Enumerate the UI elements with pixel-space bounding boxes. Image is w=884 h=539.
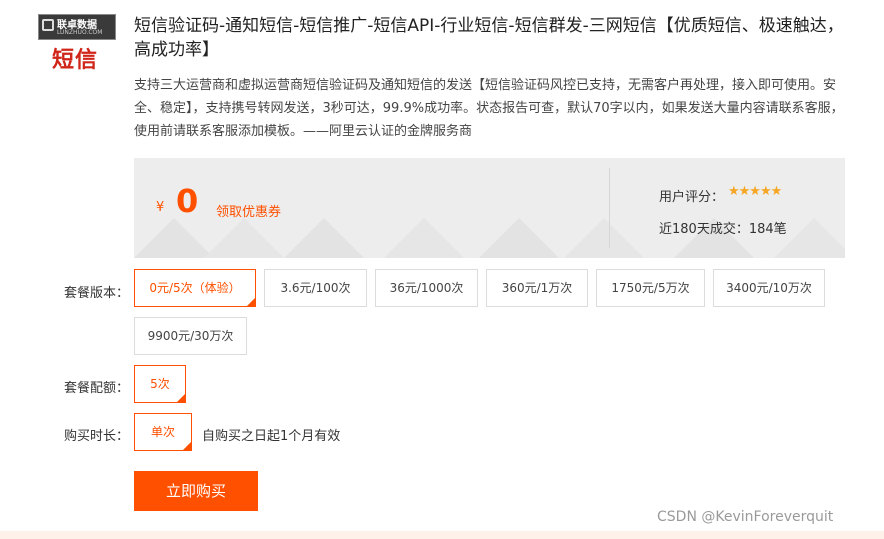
currency-symbol: ¥ [156,200,165,215]
version-option-300k[interactable]: 9900元/30万次 [134,317,247,355]
buy-now-button[interactable]: 立即购买 [134,471,258,511]
version-option-trial[interactable]: 0元/5次（体验） [134,269,256,307]
version-option-50k[interactable]: 1750元/5万次 [596,269,705,307]
get-coupon-link[interactable]: 领取优惠券 [216,201,281,220]
purchase-duration-label: 购买时长： [64,429,130,444]
logo-sub-text: LUNZHUO.COM [57,29,103,36]
price-panel: ¥ 0 领取优惠券 用户评分： ★★★★★ 近180天成交：184笔 [134,158,845,258]
bg-triangle-decor [564,218,644,258]
version-option-100[interactable]: 3.6元/100次 [264,269,367,307]
watermark-text: CSDN @KevinForeverquit [657,509,834,525]
bg-triangle-decor [479,218,559,258]
quota-option-5[interactable]: 5次 [134,365,186,403]
bg-triangle-decor [384,218,464,258]
logo-main-text: 短信 [52,48,99,73]
version-option-100k[interactable]: 3400元/10万次 [713,269,825,307]
vendor-logo: 联卓数据 LUNZHUO.COM 短信 [38,14,116,73]
price-value: 0 [176,182,199,220]
rating-label: 用户评分： [659,190,725,205]
bottom-band [0,531,884,539]
sales-count: 近180天成交：184笔 [659,222,787,237]
logo-mark-icon [42,19,54,31]
product-description: 支持三大运营商和虚拟运营商短信验证码及通知短信的发送【短信验证码风控已支持，无需… [134,78,844,139]
version-option-1000[interactable]: 36元/1000次 [375,269,478,307]
panel-divider [609,168,610,248]
package-quota-label: 套餐配额： [64,381,130,396]
product-title: 短信验证码-通知短信-短信推广-短信API-行业短信-短信群发-三网短信【优质短… [134,16,844,60]
duration-option-once[interactable]: 单次 [134,413,192,451]
bg-triangle-decor [204,218,284,258]
bg-triangle-decor [134,218,214,258]
rating-stars-icon: ★★★★★ [728,184,782,199]
logo-banner: 联卓数据 LUNZHUO.COM [38,14,116,40]
package-version-label: 套餐版本： [64,286,130,301]
version-option-10k[interactable]: 360元/1万次 [486,269,588,307]
validity-note: 自购买之日起1个月有效 [202,429,341,444]
bg-triangle-decor [284,218,364,258]
